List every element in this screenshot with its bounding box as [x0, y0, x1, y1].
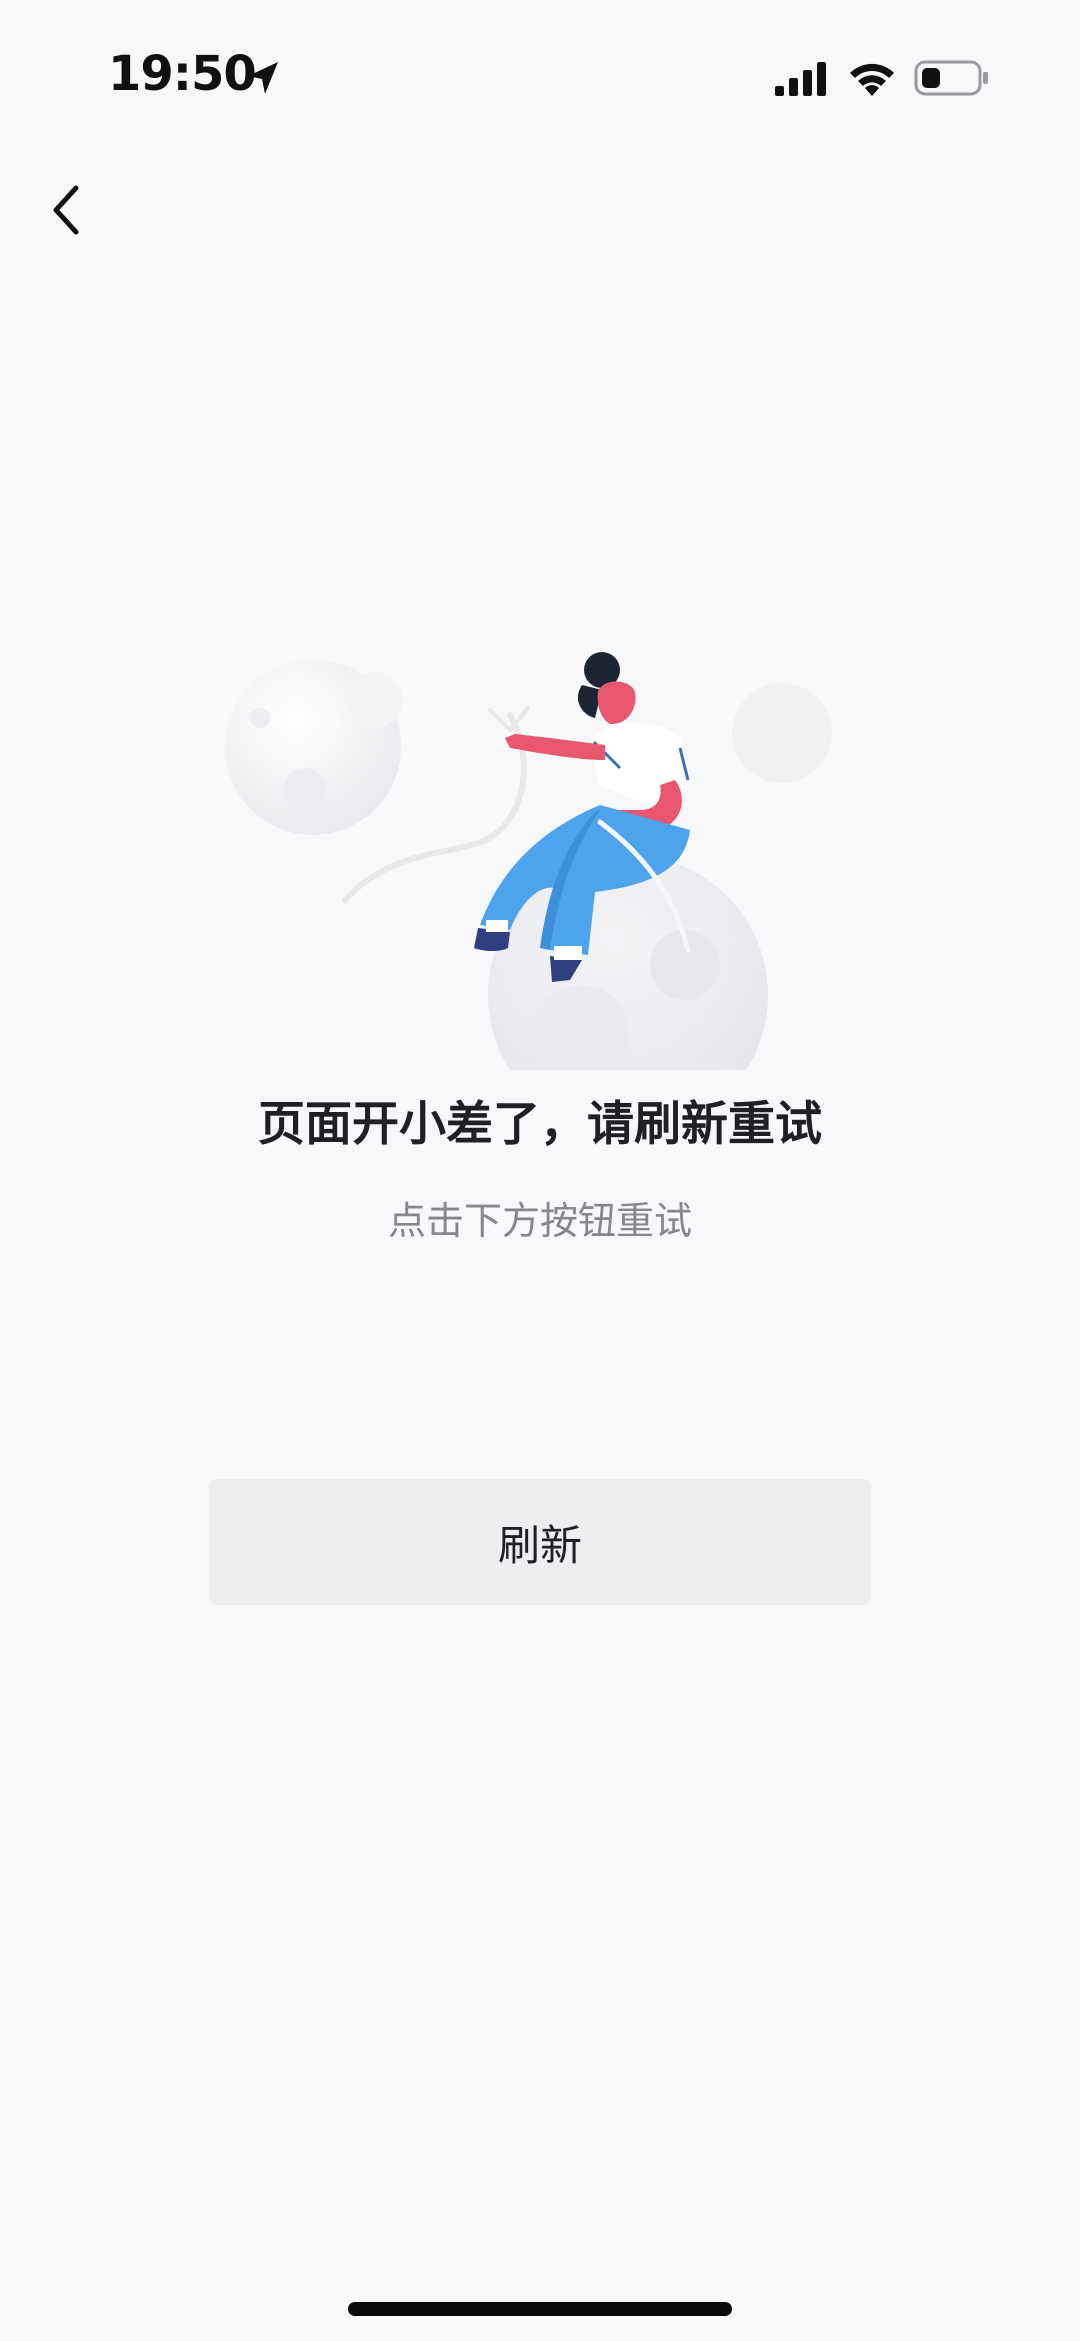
chevron-left-icon [53, 185, 79, 235]
error-subtitle: 点击下方按钮重试 [387, 1199, 692, 1243]
location-arrow-icon [248, 62, 278, 94]
error-illustration [225, 652, 832, 1070]
status-time: 19:50 [108, 46, 257, 102]
home-indicator[interactable] [348, 2302, 732, 2316]
back-button[interactable] [36, 170, 96, 250]
status-bar: 19:50 [0, 0, 1080, 150]
error-title: 页面开小差了，请刷新重试 [258, 1097, 822, 1152]
battery-icon [914, 60, 988, 96]
error-screen: 19:50 页面开小差了，请刷新重试 点击下方按钮重试 刷新 [0, 0, 1080, 2341]
signal-icon [775, 62, 826, 96]
wifi-icon [850, 63, 894, 96]
refresh-button[interactable]: 刷新 [209, 1479, 871, 1605]
planet-right [732, 683, 832, 783]
